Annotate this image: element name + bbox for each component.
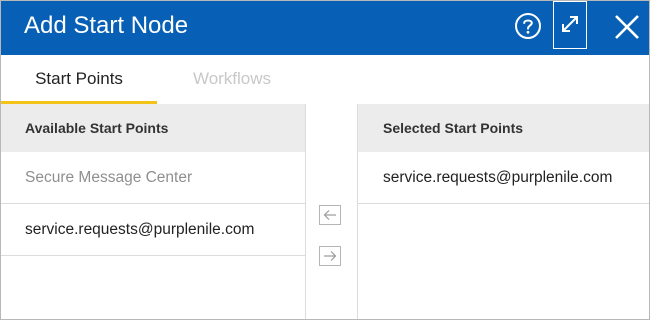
available-start-points-header: Available Start Points: [1, 104, 305, 152]
list-item: Secure Message Center: [1, 152, 305, 204]
expand-icon: [562, 16, 578, 32]
move-left-button[interactable]: [319, 205, 341, 225]
selected-start-points-header: Selected Start Points: [358, 104, 649, 152]
close-icon: [615, 15, 639, 39]
help-circle-icon: [515, 13, 541, 39]
help-button[interactable]: [510, 1, 546, 55]
list-item[interactable]: service.requests@purplenile.com: [358, 152, 649, 204]
move-right-button[interactable]: [319, 246, 341, 266]
expand-button[interactable]: [553, 1, 587, 49]
arrow-right-icon: [324, 251, 337, 261]
close-button[interactable]: [605, 1, 645, 55]
arrow-left-icon: [323, 210, 336, 220]
tab-bar: Start Points Workflows: [1, 55, 649, 104]
add-start-node-dialog: Add Start Node Start Points Workflows Av…: [0, 0, 650, 320]
dialog-title: Add Start Node: [24, 12, 189, 39]
list-item[interactable]: service.requests@purplenile.com: [1, 204, 305, 256]
tab-start-points[interactable]: Start Points: [1, 55, 157, 104]
selected-start-points-panel: Selected Start Points service.requests@p…: [357, 104, 649, 319]
available-start-points-panel: Available Start Points Secure Message Ce…: [1, 104, 305, 319]
title-bar: Add Start Node: [1, 1, 649, 55]
transfer-controls: [305, 104, 358, 319]
tab-workflows[interactable]: Workflows: [172, 55, 292, 104]
